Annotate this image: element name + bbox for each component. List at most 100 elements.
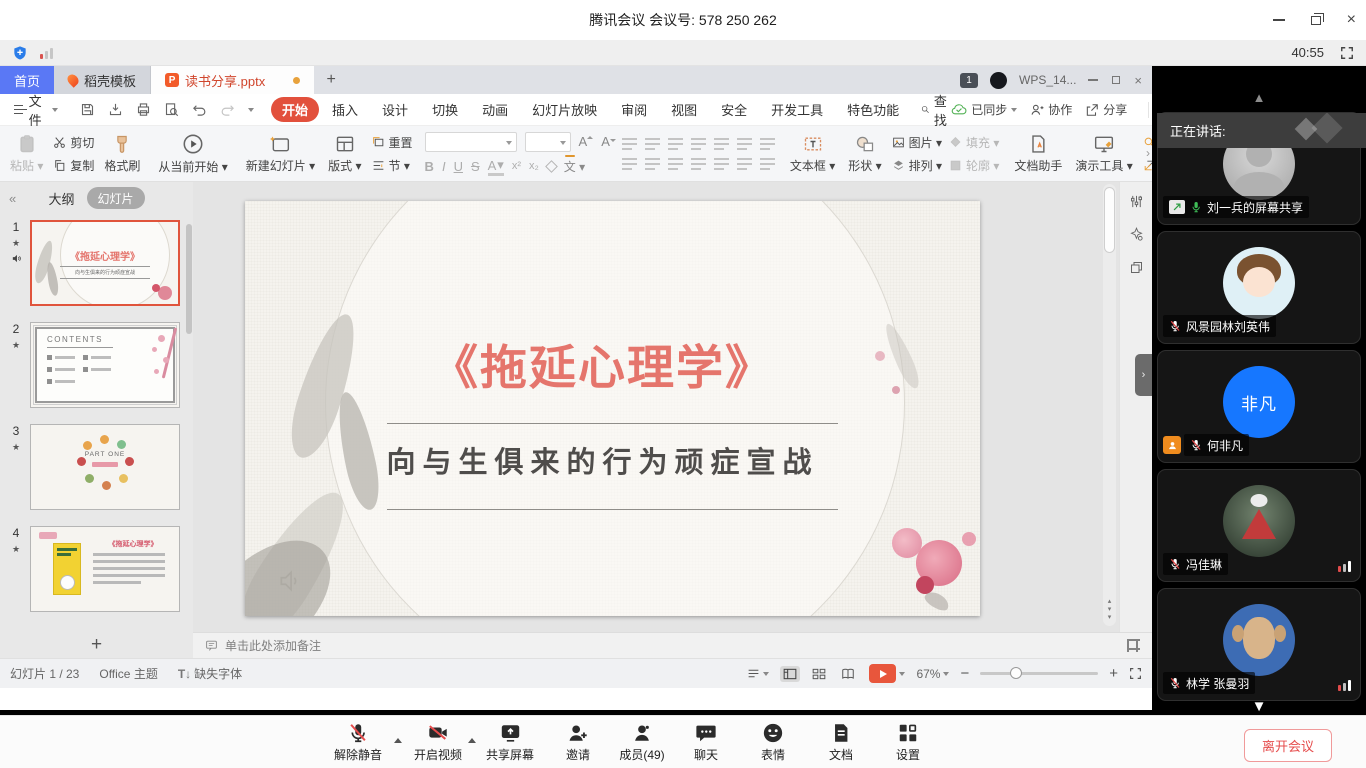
slide-1-canvas[interactable]: 《拖延心理学》 向与生俱来的行为顽症宣战: [245, 201, 980, 616]
align-left-icon[interactable]: [622, 157, 637, 170]
columns-icon[interactable]: [737, 157, 752, 170]
security-shield-icon[interactable]: [12, 45, 28, 61]
wps-account-name[interactable]: WPS_14...: [1019, 73, 1076, 87]
smart-beautify-icon[interactable]: [1129, 227, 1144, 242]
slideshow-play-button[interactable]: [869, 664, 905, 683]
fill-button[interactable]: 填充 ▾: [949, 134, 999, 151]
align-right-icon[interactable]: [668, 157, 683, 170]
outline-button[interactable]: 轮廓 ▾: [949, 157, 999, 174]
video-tile[interactable]: 林学 张曼羽: [1157, 588, 1361, 701]
unmute-button[interactable]: 解除静音: [320, 722, 396, 763]
strikethrough-button[interactable]: S: [471, 159, 480, 174]
share-screen-button[interactable]: 共享屏幕: [472, 722, 548, 763]
wps-restore-icon[interactable]: [1112, 76, 1120, 84]
increase-font-icon[interactable]: A: [579, 134, 588, 149]
superscript-button[interactable]: x²: [512, 160, 521, 172]
notes-bar[interactable]: 单击此处添加备注: [193, 632, 1152, 658]
ribbon-tab-insert[interactable]: 插入: [321, 97, 369, 122]
slide-prev-next-buttons[interactable]: ▴▾▾: [1103, 598, 1116, 622]
reset-button[interactable]: 重置: [372, 134, 413, 151]
export-icon[interactable]: [108, 102, 123, 117]
scroll-up-icon[interactable]: [1253, 90, 1266, 105]
ribbon-expand-icon[interactable]: [1146, 146, 1150, 160]
ribbon-tab-security[interactable]: 安全: [710, 97, 758, 122]
video-tile[interactable]: 风景园林刘英伟: [1157, 231, 1361, 344]
scroll-down-icon[interactable]: [1252, 698, 1267, 715]
ribbon-tab-features[interactable]: 特色功能: [836, 97, 910, 122]
wps-close-icon[interactable]: ×: [1134, 74, 1142, 87]
present-tools-button[interactable]: 演示工具 ▾: [1072, 134, 1135, 174]
thumbnail-scrollbar[interactable]: [186, 224, 192, 334]
arrange-button[interactable]: 排列 ▾: [892, 157, 942, 174]
wps-docer-tab[interactable]: 稻壳模板: [54, 66, 151, 94]
decrease-font-icon[interactable]: A: [601, 134, 610, 149]
layout-button[interactable]: 版式 ▾: [325, 134, 364, 174]
close-icon[interactable]: ×: [1347, 12, 1356, 28]
outline-tab[interactable]: 大纲: [48, 189, 74, 208]
text-direction-icon[interactable]: [714, 137, 729, 150]
zoom-slider[interactable]: [980, 672, 1098, 675]
picture-button[interactable]: 图片 ▾: [892, 134, 942, 151]
numbering-icon[interactable]: [645, 137, 660, 150]
textbox-button[interactable]: 文本框 ▾: [787, 134, 838, 174]
ribbon-tab-transition[interactable]: 切换: [421, 97, 469, 122]
new-tab-button[interactable]: [314, 66, 348, 94]
missing-font-warning[interactable]: T↓缺失字体: [178, 665, 242, 682]
ribbon-tab-animation[interactable]: 动画: [471, 97, 519, 122]
align-center-icon[interactable]: [645, 157, 660, 170]
reactions-button[interactable]: 表情: [735, 722, 811, 763]
workspace-grid-icon[interactable]: [1127, 639, 1140, 652]
distribute-icon[interactable]: [714, 157, 729, 170]
copy-button[interactable]: 复制: [53, 157, 94, 174]
clear-format-icon[interactable]: [545, 160, 558, 173]
chat-button[interactable]: 聊天: [668, 722, 744, 763]
wps-minimize-icon[interactable]: [1088, 79, 1098, 81]
fit-slide-icon[interactable]: [1129, 667, 1142, 680]
format-painter-button[interactable]: 格式刷: [101, 134, 143, 174]
slides-tab[interactable]: 幻灯片: [87, 187, 145, 209]
zoom-out-button[interactable]: −: [960, 666, 969, 681]
ribbon-tab-home[interactable]: 开始: [271, 97, 319, 122]
collapse-panel-icon[interactable]: [9, 191, 16, 206]
shapes-button[interactable]: 形状 ▾: [845, 134, 884, 174]
quickbar-more-icon[interactable]: [248, 108, 254, 112]
pinyin-guide-button[interactable]: 文 ▾: [564, 158, 585, 175]
wps-document-tab[interactable]: 读书分享.pptx: [151, 66, 314, 94]
ribbon-tab-devtools[interactable]: 开发工具: [760, 97, 834, 122]
start-video-button[interactable]: 开启视频: [400, 722, 476, 763]
font-size-combo[interactable]: [525, 132, 571, 152]
redo-icon[interactable]: [220, 102, 235, 117]
minimize-icon[interactable]: [1273, 19, 1285, 21]
scrollbar-thumb[interactable]: [1104, 187, 1115, 253]
zoom-in-button[interactable]: +: [1109, 666, 1118, 681]
paste-button[interactable]: 粘贴 ▾: [7, 134, 46, 174]
slide-sorter-button[interactable]: [809, 666, 829, 682]
zoom-slider-thumb[interactable]: [1010, 667, 1022, 679]
expand-panel-tab[interactable]: [1135, 354, 1152, 396]
slide-thumbnail-1[interactable]: 1 《拖延心理学》 向与生俱来的行为顽症宣战: [30, 220, 180, 306]
search-command[interactable]: 查找: [921, 91, 951, 129]
font-color-button[interactable]: A▾: [488, 157, 504, 176]
video-tile[interactable]: 冯佳琳: [1157, 469, 1361, 582]
save-icon[interactable]: [80, 102, 95, 117]
section-button[interactable]: 节 ▾: [372, 157, 413, 174]
subscript-button[interactable]: x₂: [529, 160, 539, 172]
notification-badge[interactable]: 1: [960, 73, 978, 88]
ribbon-tab-slideshow[interactable]: 幻灯片放映: [521, 97, 608, 122]
ribbon-tab-review[interactable]: 审阅: [610, 97, 658, 122]
doc-assistant-button[interactable]: 文档助手: [1011, 134, 1065, 174]
restore-icon[interactable]: [1311, 16, 1321, 25]
bold-button[interactable]: B: [425, 159, 434, 174]
reading-view-button[interactable]: [838, 666, 858, 682]
file-menu[interactable]: 文件: [8, 91, 64, 129]
slide-thumbnail-2[interactable]: 2 CONTENTS: [30, 322, 180, 408]
sync-status[interactable]: 已同步: [951, 101, 1017, 118]
italic-button[interactable]: I: [442, 159, 446, 174]
slide-thumbnail-4[interactable]: 4 《拖延心理学》: [30, 526, 180, 612]
new-slide-button[interactable]: 新建幻灯片 ▾: [243, 134, 318, 174]
decrease-indent-icon[interactable]: [668, 137, 683, 150]
fullscreen-icon[interactable]: [1340, 46, 1354, 60]
increase-indent-icon[interactable]: [691, 137, 706, 150]
normal-view-button[interactable]: [780, 666, 800, 682]
cut-button[interactable]: 剪切: [53, 134, 94, 151]
